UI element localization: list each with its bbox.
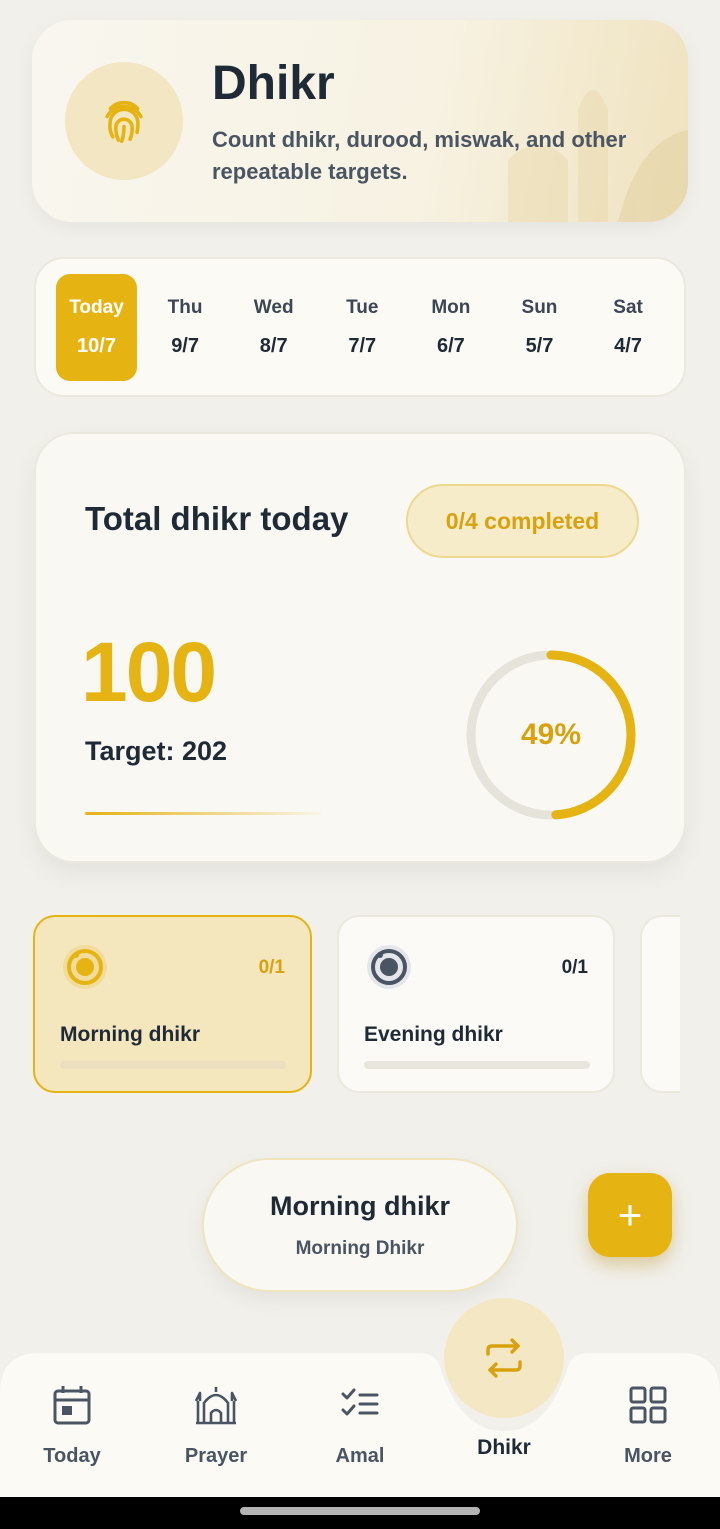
summary-title: Total dhikr today xyxy=(85,500,349,537)
total-summary-card: Total dhikr today 0/4 completed 100 Targ… xyxy=(34,432,686,863)
day-today[interactable]: Today 10/7 xyxy=(56,273,137,381)
page-subtitle: Count dhikr, durood, miswak, and other r… xyxy=(212,127,627,184)
day-date: 9/7 xyxy=(171,334,199,357)
habit-name: Evening dhikr xyxy=(364,1023,503,1046)
mosque-icon xyxy=(194,1387,238,1425)
day-wed[interactable]: Wed 8/7 xyxy=(233,274,314,381)
header-card: Dhikr Count dhikr, durood, miswak, and o… xyxy=(32,20,688,222)
habit-count: 0/1 xyxy=(561,957,588,978)
grid-icon xyxy=(629,1386,667,1424)
decorative-underline xyxy=(85,812,321,815)
home-indicator[interactable] xyxy=(240,1507,480,1515)
nav-label: Amal xyxy=(335,1445,385,1467)
pill-title: Morning dhikr xyxy=(270,1190,450,1221)
nav-prayer[interactable]: Prayer xyxy=(144,1353,288,1498)
fingerprint-icon xyxy=(105,100,143,144)
fingerprint-icon-badge xyxy=(65,62,183,180)
day-name: Today xyxy=(69,296,124,318)
habit-progress-bar xyxy=(60,1061,286,1069)
nav-today[interactable]: Today xyxy=(0,1353,144,1498)
day-date: 8/7 xyxy=(259,334,288,357)
day-name: Sat xyxy=(613,296,643,318)
day-date: 7/7 xyxy=(348,334,377,357)
nav-dhikr[interactable] xyxy=(444,1298,564,1418)
bottom-navigation: Today Prayer Amal More xyxy=(0,1353,720,1498)
nav-more[interactable]: More xyxy=(576,1353,720,1498)
day-name: Mon xyxy=(431,296,471,318)
day-sat[interactable]: Sat 4/7 xyxy=(588,274,669,381)
habit-card-morning[interactable]: 0/1 Morning dhikr xyxy=(33,915,312,1093)
day-mon[interactable]: Mon 6/7 xyxy=(410,274,491,381)
checklist-icon xyxy=(341,1388,379,1416)
selected-dhikr-pill[interactable]: Morning dhikr Morning Dhikr xyxy=(202,1158,518,1292)
mosque-decoration xyxy=(508,90,688,222)
target-icon xyxy=(367,945,411,989)
add-button[interactable]: + xyxy=(588,1173,672,1257)
day-name: Tue xyxy=(346,296,379,318)
plus-icon: + xyxy=(617,1191,643,1238)
nav-label: Prayer xyxy=(184,1445,248,1467)
nav-label-dhikr: Dhikr xyxy=(477,1436,531,1459)
habit-progress-bar xyxy=(364,1061,590,1069)
habit-card-next[interactable] xyxy=(640,915,680,1093)
habit-card-evening[interactable]: 0/1 Evening dhikr xyxy=(337,915,615,1093)
day-selector: Today 10/7 Thu 9/7 Wed 8/7 Tue 7/7 Mon 6… xyxy=(34,257,686,397)
day-name: Thu xyxy=(167,296,203,318)
nav-amal[interactable]: Amal xyxy=(288,1353,432,1498)
day-date: 5/7 xyxy=(525,334,554,357)
nav-label: More xyxy=(624,1445,672,1467)
completed-badge: 0/4 completed xyxy=(406,484,639,558)
day-date: 10/7 xyxy=(77,334,116,357)
day-thu[interactable]: Thu 9/7 xyxy=(145,274,226,381)
habit-count: 0/1 xyxy=(258,957,285,978)
target-icon xyxy=(63,945,107,989)
day-name: Sun xyxy=(521,296,558,318)
total-count: 100 xyxy=(81,625,217,719)
day-sun[interactable]: Sun 5/7 xyxy=(499,274,580,381)
nav-label: Today xyxy=(43,1445,101,1467)
repeat-icon xyxy=(486,1338,522,1378)
calendar-icon xyxy=(53,1386,91,1425)
day-date: 4/7 xyxy=(614,334,642,357)
day-name: Wed xyxy=(253,296,294,318)
target-text: Target: 202 xyxy=(85,736,228,766)
day-date: 6/7 xyxy=(436,334,465,357)
pill-subtitle: Morning Dhikr xyxy=(295,1237,425,1259)
progress-percent: 49% xyxy=(520,718,582,751)
page-title: Dhikr xyxy=(212,57,335,110)
day-tue[interactable]: Tue 7/7 xyxy=(322,274,403,381)
habit-name: Morning dhikr xyxy=(60,1023,200,1046)
